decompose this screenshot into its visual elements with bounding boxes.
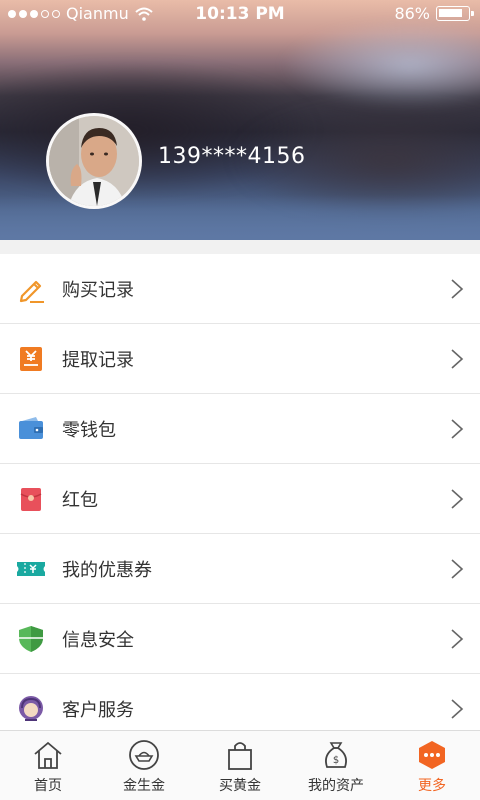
battery-icon	[436, 6, 474, 21]
chevron-right-icon	[451, 698, 464, 719]
menu-item-label: 提取记录	[62, 349, 134, 371]
wallet-icon	[19, 416, 43, 439]
menu-item-wallet[interactable]: 零钱包	[0, 394, 480, 464]
status-bar: Qianmu 10:13 PM 86%	[0, 0, 480, 28]
bottom-tab-bar: 首页 金生金 买黄金 $ 我的资产 更多	[0, 730, 480, 800]
chevron-right-icon	[451, 348, 464, 369]
menu-item-coupons[interactable]: 我的优惠券	[0, 534, 480, 604]
more-icon	[419, 741, 445, 769]
yuan-doc-icon	[20, 346, 42, 371]
customer-service-icon	[19, 695, 43, 721]
avatar[interactable]	[46, 113, 142, 209]
menu-item-label: 购买记录	[62, 279, 134, 301]
menu-item-label: 红包	[62, 489, 98, 511]
money-bag-icon: $	[325, 742, 347, 768]
pencil-icon	[19, 280, 44, 303]
menu-item-purchase-records[interactable]: 购买记录	[0, 254, 480, 324]
menu-item-label: 客户服务	[62, 699, 134, 721]
tab-gold-interest[interactable]: 金生金	[96, 731, 192, 800]
profile-header: Qianmu 10:13 PM 86% 139****4156	[0, 0, 480, 240]
tab-my-assets[interactable]: $ 我的资产	[288, 731, 384, 800]
chevron-right-icon	[451, 628, 464, 649]
status-battery-group: 86%	[394, 4, 474, 23]
tab-home[interactable]: 首页	[0, 731, 96, 800]
chevron-right-icon	[451, 278, 464, 299]
tab-more[interactable]: 更多	[384, 731, 480, 800]
red-envelope-icon	[20, 487, 42, 511]
tab-label: 我的资产	[308, 778, 364, 794]
menu-item-label: 我的优惠券	[62, 559, 152, 581]
home-icon	[34, 741, 62, 769]
tab-buy-gold[interactable]: 买黄金	[192, 731, 288, 800]
coupon-icon	[17, 561, 45, 576]
chevron-right-icon	[451, 418, 464, 439]
svg-text:$: $	[333, 755, 339, 766]
shopping-bag-icon	[228, 742, 252, 770]
menu-item-info-security[interactable]: 信息安全	[0, 604, 480, 674]
chevron-right-icon	[451, 558, 464, 579]
shield-icon	[19, 625, 43, 652]
menu-item-label: 零钱包	[62, 419, 116, 441]
gold-ingot-icon	[129, 740, 159, 770]
header-background-sky	[280, 20, 480, 110]
tab-label: 更多	[418, 778, 446, 794]
tab-label: 买黄金	[219, 778, 261, 794]
menu-item-withdraw-records[interactable]: 提取记录	[0, 324, 480, 394]
chevron-right-icon	[451, 488, 464, 509]
tab-label: 金生金	[123, 778, 165, 794]
battery-percent: 86%	[394, 4, 430, 23]
menu-list: 购买记录 提取记录 零钱包 红包 我的优惠券 信息安全 客户服务	[0, 254, 480, 744]
tab-label: 首页	[34, 778, 62, 794]
menu-item-label: 信息安全	[62, 629, 134, 651]
menu-item-red-envelope[interactable]: 红包	[0, 464, 480, 534]
user-phone-number: 139****4156	[158, 144, 306, 169]
